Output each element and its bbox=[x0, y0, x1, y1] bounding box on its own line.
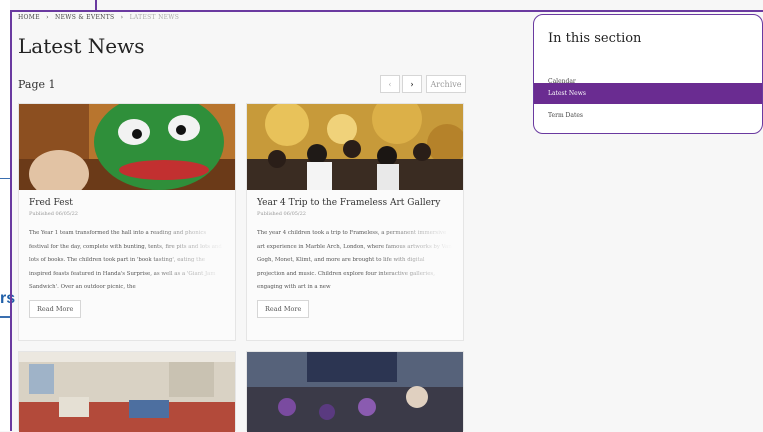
breadcrumb-current: LATEST NEWS bbox=[129, 14, 180, 21]
outer-background bbox=[0, 0, 10, 431]
archive-button[interactable]: Archive bbox=[426, 75, 466, 93]
news-card-excerpt: The Year 1 team transformed the hall int… bbox=[29, 230, 222, 290]
previous-page-button[interactable]: ‹ bbox=[380, 75, 400, 93]
news-card bbox=[18, 351, 236, 432]
breadcrumb: HOME › NEWS & EVENTS › LATEST NEWS bbox=[18, 14, 183, 21]
news-card-date: Published 06/05/22 bbox=[257, 211, 306, 217]
section-nav-panel: In this section Calendar Latest News Ter… bbox=[533, 14, 763, 134]
outer-guide-line bbox=[0, 178, 10, 179]
page-title: Latest News bbox=[18, 34, 145, 58]
viewport-frame-left bbox=[10, 10, 12, 431]
breadcrumb-separator: › bbox=[46, 14, 49, 21]
page-number-label: Page 1 bbox=[18, 78, 56, 91]
news-card-image[interactable] bbox=[247, 104, 463, 190]
section-nav-item-latest-news[interactable]: Latest News bbox=[534, 83, 762, 104]
news-card: Year 4 Trip to the Frameless Art Gallery… bbox=[246, 103, 464, 341]
outer-guide-line bbox=[0, 316, 10, 318]
news-card: Fred Fest Published 06/05/22 The Year 1 … bbox=[18, 103, 236, 341]
section-nav-heading: In this section bbox=[548, 31, 642, 46]
news-card-image[interactable] bbox=[247, 352, 463, 432]
section-nav-item-term-dates[interactable]: Term Dates bbox=[534, 105, 762, 126]
breadcrumb-section-link[interactable]: NEWS & EVENTS bbox=[55, 14, 114, 21]
viewport-frame-top bbox=[10, 10, 763, 12]
read-more-button[interactable]: Read More bbox=[29, 300, 82, 318]
news-card-image[interactable] bbox=[19, 104, 235, 190]
next-page-button[interactable]: › bbox=[402, 75, 422, 93]
breadcrumb-home-link[interactable]: HOME bbox=[18, 14, 40, 21]
news-card-title[interactable]: Year 4 Trip to the Frameless Art Gallery bbox=[257, 198, 453, 208]
news-card-excerpt: The year 4 children took a trip to Frame… bbox=[257, 230, 452, 290]
news-card-date: Published 06/05/22 bbox=[29, 211, 78, 217]
news-card bbox=[246, 351, 464, 432]
read-more-button[interactable]: Read More bbox=[257, 300, 310, 318]
news-card-title[interactable]: Fred Fest bbox=[29, 198, 225, 208]
news-card-image[interactable] bbox=[19, 352, 235, 432]
breadcrumb-separator: › bbox=[120, 14, 124, 21]
viewport-frame-tick bbox=[95, 0, 97, 12]
outer-text-fragment: rs bbox=[0, 290, 16, 307]
